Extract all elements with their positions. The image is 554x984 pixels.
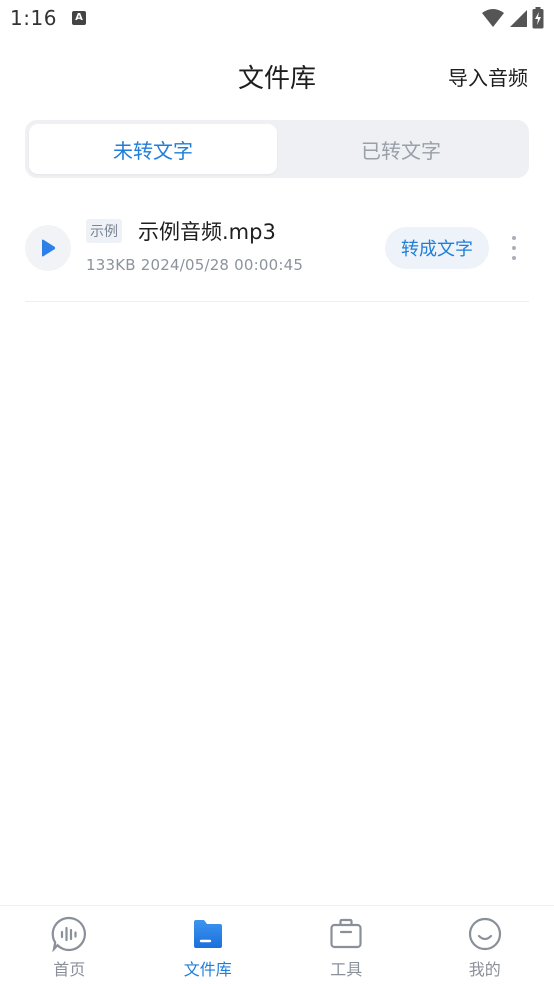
file-meta: 133KB 2024/05/28 00:00:45	[86, 256, 304, 274]
file-name: 示例音频.mp3	[138, 220, 276, 244]
transcription-tabs: 未转文字 已转文字	[25, 120, 529, 178]
nav-item-home[interactable]: 首页	[0, 906, 139, 984]
folder-icon	[190, 916, 226, 952]
tab-untranscribed[interactable]: 未转文字	[29, 124, 277, 174]
nav-label: 首页	[53, 960, 86, 979]
battery-icon	[532, 7, 544, 29]
dot	[512, 256, 516, 260]
nav-label: 我的	[468, 960, 501, 979]
convert-to-text-button[interactable]: 转成文字	[385, 227, 489, 269]
status-a-badge-icon: A	[72, 11, 86, 25]
status-time: 1:16	[10, 6, 57, 30]
wifi-icon	[482, 9, 504, 27]
import-audio-button[interactable]: 导入音频	[448, 62, 528, 91]
voice-wave-icon	[51, 916, 87, 952]
header: 文件库 导入音频	[0, 48, 554, 104]
dot	[512, 246, 516, 250]
status-icons	[482, 6, 544, 30]
sample-tag: 示例	[86, 219, 122, 243]
signal-icon	[510, 10, 527, 27]
dot	[512, 236, 516, 240]
tab-transcribed[interactable]: 已转文字	[277, 124, 525, 174]
smiley-icon	[467, 916, 503, 952]
nav-item-me[interactable]: 我的	[416, 906, 554, 984]
play-icon	[42, 239, 56, 257]
bottom-nav: 首页 文件库 工具 我的	[0, 905, 554, 984]
nav-label: 工具	[330, 960, 363, 979]
list-item[interactable]: 示例 示例音频.mp3 133KB 2024/05/28 00:00:45 转成…	[25, 202, 529, 302]
play-button[interactable]	[25, 225, 71, 271]
toolbox-icon	[328, 916, 364, 952]
nav-label: 文件库	[183, 960, 232, 979]
nav-item-tools[interactable]: 工具	[277, 906, 416, 984]
status-bar: 1:16 A	[0, 0, 554, 40]
nav-item-library[interactable]: 文件库	[139, 906, 278, 984]
more-options-icon[interactable]	[505, 232, 523, 264]
